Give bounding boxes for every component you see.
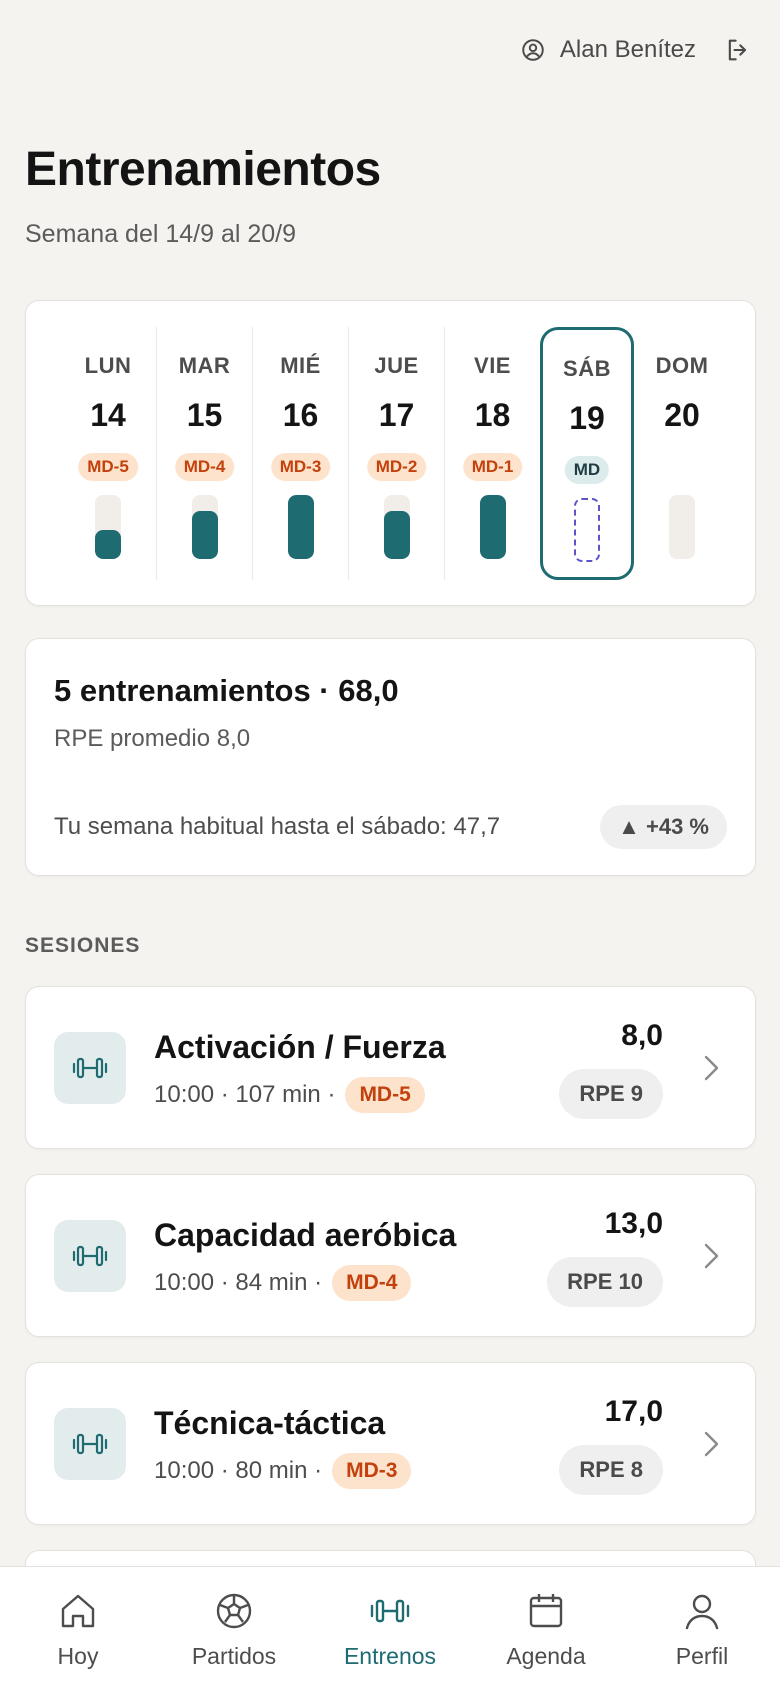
day-lun[interactable]: LUN 14 MD-5 — [60, 327, 156, 580]
session-time-duration: 10:00 · 84 min · — [154, 1269, 323, 1296]
nav-item-hoy[interactable]: Hoy — [8, 1567, 148, 1688]
day-name: VIE — [474, 353, 511, 378]
session-meta: 10:00 · 80 min · MD-3 — [154, 1453, 412, 1489]
session-name: Capacidad aeróbica — [154, 1217, 457, 1253]
md-badge: MD-2 — [366, 453, 427, 481]
dumbbell-icon — [54, 1408, 126, 1480]
day-name: JUE — [374, 353, 419, 378]
day-name: LUN — [84, 353, 132, 378]
day-dom[interactable]: DOM 20 — [634, 327, 730, 580]
nav-label: Agenda — [506, 1643, 586, 1669]
session-name: Activación / Fuerza — [154, 1029, 446, 1065]
day-sab[interactable]: SÁB 19 MD — [540, 327, 634, 580]
day-vie[interactable]: VIE 18 MD-1 — [444, 327, 540, 580]
chevron-right-icon — [704, 1055, 719, 1081]
dumbbell-icon — [54, 1220, 126, 1292]
sessions-section-label: SESIONES — [25, 934, 141, 957]
day-number: 15 — [186, 397, 223, 433]
session-time-duration: 10:00 · 107 min · — [154, 1081, 336, 1108]
nav-label: Perfil — [675, 1643, 729, 1669]
rpe-average: RPE promedio 8,0 — [54, 725, 251, 752]
load-bar — [191, 495, 218, 559]
load-bar — [95, 495, 121, 559]
rpe-badge: RPE 10 — [547, 1257, 663, 1307]
summary-title: 5 entrenamientos · 68,0 — [54, 673, 399, 708]
week-summary-card: 5 entrenamientos · 68,0 RPE promedio 8,0… — [25, 638, 756, 876]
user-name: Alan Benítez — [559, 36, 696, 63]
nav-item-agenda[interactable]: Agenda — [476, 1567, 616, 1688]
day-number: 17 — [378, 397, 415, 433]
md-badge: MD-1 — [462, 453, 523, 481]
md-badge: MD-4 — [332, 1265, 412, 1301]
session-card[interactable]: Capacidad aeróbica 10:00 · 84 min · MD-4… — [25, 1174, 756, 1337]
day-name: DOM — [655, 353, 709, 378]
session-meta: 10:00 · 84 min · MD-4 — [154, 1265, 412, 1301]
day-name: SÁB — [563, 356, 611, 381]
load-bar-empty — [669, 495, 695, 559]
soccer-ball-icon — [216, 1593, 252, 1629]
md-badge: MD-3 — [332, 1453, 412, 1489]
md-badge: MD-3 — [270, 453, 331, 481]
session-load: 17,0 — [604, 1395, 663, 1428]
nav-item-entrenos[interactable]: Entrenos — [320, 1567, 460, 1688]
day-number: 18 — [474, 397, 511, 433]
load-bar-fill — [287, 495, 314, 559]
session-time-duration: 10:00 · 80 min · — [154, 1457, 323, 1484]
md-badge: MD-4 — [174, 453, 235, 481]
load-bar — [383, 495, 410, 559]
session-load: 13,0 — [604, 1207, 663, 1240]
rpe-badge: RPE 8 — [559, 1445, 663, 1495]
nav-item-perfil[interactable]: Perfil — [632, 1567, 772, 1688]
logout-icon[interactable] — [724, 36, 752, 64]
day-jue[interactable]: JUE 17 MD-2 — [348, 327, 444, 580]
nav-label: Partidos — [191, 1643, 277, 1669]
day-name: MAR — [178, 353, 231, 378]
rpe-badge: RPE 9 — [559, 1069, 663, 1119]
nav-label: Entrenos — [343, 1643, 437, 1669]
day-number: 20 — [664, 397, 700, 433]
session-card[interactable]: Activación / Fuerza 10:00 · 107 min · MD… — [25, 986, 756, 1149]
day-mie[interactable]: MIÉ 16 MD-3 — [252, 327, 348, 580]
load-bar-fill — [479, 495, 506, 559]
session-name: Técnica-táctica — [154, 1405, 386, 1441]
week-range: Semana del 14/9 al 20/9 — [25, 220, 297, 248]
load-bar-fill — [191, 511, 218, 559]
load-bar — [479, 495, 506, 559]
day-number: 19 — [569, 400, 605, 436]
nav-label: Hoy — [57, 1643, 99, 1669]
load-bar-fill — [383, 511, 410, 559]
calendar-icon — [529, 1594, 563, 1628]
day-mar[interactable]: MAR 15 MD-4 — [156, 327, 252, 580]
session-card[interactable]: Técnica-táctica 10:00 · 80 min · MD-3 17… — [25, 1362, 756, 1525]
home-icon — [61, 1594, 95, 1628]
bottom-nav: Hoy Partidos Entrenos Agenda Perfil — [0, 1566, 780, 1688]
week-days: LUN 14 MD-5 MAR 15 MD-4 MIÉ 16 MD-3 JUE … — [60, 327, 735, 580]
day-name: MIÉ — [280, 353, 321, 378]
load-bar-fill — [95, 530, 121, 559]
trend-badge: ▲ +43 % — [600, 805, 727, 849]
md-badge: MD-5 — [78, 453, 138, 481]
session-meta: 10:00 · 107 min · MD-5 — [154, 1077, 425, 1113]
load-bar-placeholder — [574, 498, 600, 562]
dumbbell-icon — [54, 1032, 126, 1104]
day-number: 16 — [282, 397, 319, 433]
day-number: 14 — [90, 397, 126, 433]
load-bar — [287, 495, 314, 559]
chevron-right-icon — [704, 1243, 719, 1269]
page-title: Entrenamientos — [25, 143, 381, 196]
session-load: 8,0 — [621, 1019, 663, 1052]
habit-comparison: Tu semana habitual hasta el sábado: 47,7 — [54, 813, 501, 840]
week-strip-card: LUN 14 MD-5 MAR 15 MD-4 MIÉ 16 MD-3 JUE … — [25, 300, 756, 606]
md-badge: MD-5 — [345, 1077, 425, 1113]
user-icon — [685, 1594, 719, 1630]
user-bar: Alan Benítez — [520, 36, 752, 64]
md-badge: MD — [564, 456, 610, 484]
dumbbell-icon — [370, 1599, 410, 1623]
user-circle-icon — [520, 37, 546, 63]
chevron-right-icon — [704, 1431, 719, 1457]
nav-item-partidos[interactable]: Partidos — [164, 1567, 304, 1688]
